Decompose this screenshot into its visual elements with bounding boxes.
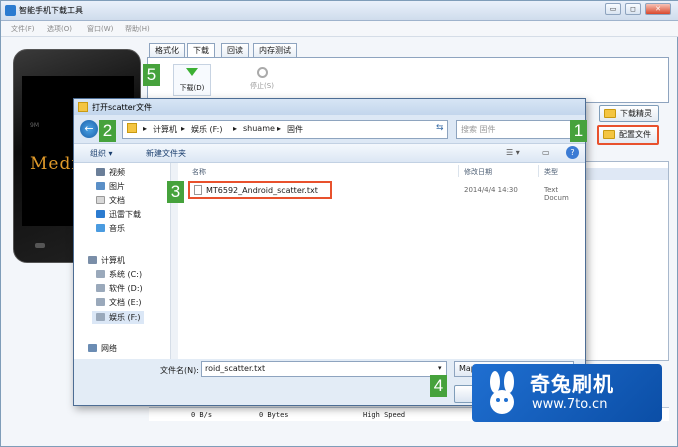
- open-scatter-dialog: 打开scatter文件 ← → ▸ 计算机 ▸ 娱乐 (F:) ▸ shuame…: [73, 98, 586, 406]
- minimize-button[interactable]: ▭: [605, 3, 621, 15]
- file-type: Text Docum: [544, 186, 569, 202]
- watermark-brand: 奇兔刷机: [530, 372, 614, 396]
- view-icon[interactable]: ☰ ▾: [506, 148, 520, 157]
- menu-window[interactable]: 窗口(W): [87, 24, 113, 34]
- new-folder-button[interactable]: 新建文件夹: [146, 148, 186, 159]
- download-panel: [147, 57, 669, 103]
- navigation-pane: 视频 图片 文档 迅雷下载 音乐 计算机 系统 (C:) 软件 (D:) 文档 …: [74, 163, 178, 359]
- nav-item-videos[interactable]: 视频: [96, 167, 125, 178]
- column-modified[interactable]: 修改日期: [464, 167, 492, 177]
- back-icon[interactable]: ←: [80, 120, 98, 138]
- menu-help[interactable]: 帮助(H): [125, 24, 150, 34]
- file-name: MT6592_Android_scatter.txt: [206, 186, 318, 195]
- dialog-folder-icon: [78, 102, 88, 112]
- text-file-icon: [194, 185, 202, 195]
- phone-brand: 9M: [30, 122, 39, 129]
- crumb-computer[interactable]: 计算机: [153, 124, 177, 135]
- folder-icon: [604, 109, 616, 118]
- phone-screen-text: Medi: [30, 154, 78, 174]
- tab-format[interactable]: 格式化: [149, 43, 185, 58]
- folder-icon: [603, 130, 615, 139]
- dialog-title: 打开scatter文件: [92, 103, 152, 112]
- step-marker-1: 1: [570, 120, 587, 142]
- menu-bar: 文件(F) 选项(O) 窗口(W) 帮助(H): [1, 21, 678, 37]
- maximize-button[interactable]: ◻: [625, 3, 641, 15]
- phone-back-key: [35, 243, 45, 248]
- nav-item-xunlei[interactable]: 迅雷下载: [96, 209, 141, 220]
- filename-label: 文件名(N):: [160, 366, 199, 375]
- qitu-watermark: 奇兔刷机 www.7to.cn: [472, 364, 662, 422]
- download-arrow-icon: [186, 68, 198, 76]
- status-bytes: 0 Bytes: [259, 411, 289, 419]
- stop-label: 停止(S): [250, 82, 274, 90]
- dialog-nav-bar: ← → ▸ 计算机 ▸ 娱乐 (F:) ▸ shuame ▸ 固件 ⇆ 搜索 固…: [74, 115, 585, 143]
- stop-button[interactable]: 停止(S): [243, 67, 281, 91]
- nav-item-drive-e[interactable]: 文档 (E:): [96, 297, 142, 308]
- tab-readback[interactable]: 回读: [221, 43, 249, 58]
- scatter-config-label: 配置文件: [619, 130, 651, 139]
- title-bar: 智能手机下载工具 ▭ ◻ ✕: [1, 1, 678, 21]
- nav-item-documents[interactable]: 文档: [96, 195, 125, 206]
- step-marker-3: 3: [167, 181, 184, 203]
- stop-icon: [256, 67, 268, 78]
- status-rate: 0 B/s: [191, 411, 213, 419]
- menu-file[interactable]: 文件(F): [11, 24, 35, 34]
- app-icon: [5, 5, 16, 16]
- rabbit-logo-icon: [490, 371, 514, 414]
- address-bar[interactable]: ▸ 计算机 ▸ 娱乐 (F:) ▸ shuame ▸ 固件: [122, 120, 448, 139]
- step-marker-5: 5: [143, 64, 160, 86]
- column-type[interactable]: 类型: [544, 167, 558, 177]
- filename-input[interactable]: roid_scatter.txt: [201, 361, 447, 377]
- file-list: 名称 修改日期 类型 MT6592_Android_scatter.txt 20…: [178, 163, 585, 359]
- close-button[interactable]: ✕: [645, 3, 671, 15]
- status-speed: High Speed: [363, 411, 406, 419]
- scatter-config-button[interactable]: 配置文件: [597, 125, 659, 145]
- preview-pane-icon[interactable]: ▭: [542, 148, 550, 157]
- step-marker-2: 2: [99, 120, 116, 142]
- organize-button[interactable]: 组织 ▾: [90, 148, 113, 159]
- nav-item-drive-f[interactable]: 娱乐 (F:): [92, 311, 145, 324]
- filename-dropdown-icon[interactable]: ▾: [438, 364, 442, 372]
- download-button[interactable]: 下载(D): [173, 64, 211, 96]
- file-item-scatter[interactable]: MT6592_Android_scatter.txt: [188, 181, 332, 199]
- search-input[interactable]: 搜索 固件: [456, 120, 576, 139]
- nav-item-drive-c[interactable]: 系统 (C:): [96, 269, 142, 280]
- tab-memory-test[interactable]: 内存测试: [253, 43, 297, 58]
- file-modified: 2014/4/4 14:30: [464, 186, 518, 194]
- step-marker-4: 4: [430, 375, 447, 397]
- refresh-icon[interactable]: ⇆: [436, 123, 444, 133]
- window-title: 智能手机下载工具: [19, 6, 83, 15]
- nav-item-drive-d[interactable]: 软件 (D:): [96, 283, 143, 294]
- dialog-title-bar: 打开scatter文件: [74, 99, 585, 115]
- crumb-drive[interactable]: 娱乐 (F:): [191, 124, 222, 135]
- menu-options[interactable]: 选项(O): [47, 24, 72, 34]
- help-icon[interactable]: ?: [566, 146, 579, 159]
- nav-item-computer[interactable]: 计算机: [88, 255, 125, 266]
- partition-list: [583, 161, 669, 361]
- dialog-toolbar: 组织 ▾ 新建文件夹 ☰ ▾ ▭ ?: [74, 143, 585, 163]
- nav-item-pictures[interactable]: 图片: [96, 181, 125, 192]
- column-name[interactable]: 名称: [192, 167, 206, 177]
- download-agent-button[interactable]: 下载精灵: [599, 105, 659, 122]
- nav-item-music[interactable]: 音乐: [96, 223, 125, 234]
- watermark-site: www.7to.cn: [532, 397, 608, 412]
- nav-item-network[interactable]: 网络: [88, 343, 117, 354]
- address-folder-icon: [127, 123, 137, 133]
- crumb-shuame[interactable]: shuame: [243, 124, 275, 133]
- download-agent-label: 下载精灵: [620, 109, 652, 118]
- download-label: 下载(D): [179, 84, 205, 92]
- crumb-firmware[interactable]: 固件: [287, 124, 303, 135]
